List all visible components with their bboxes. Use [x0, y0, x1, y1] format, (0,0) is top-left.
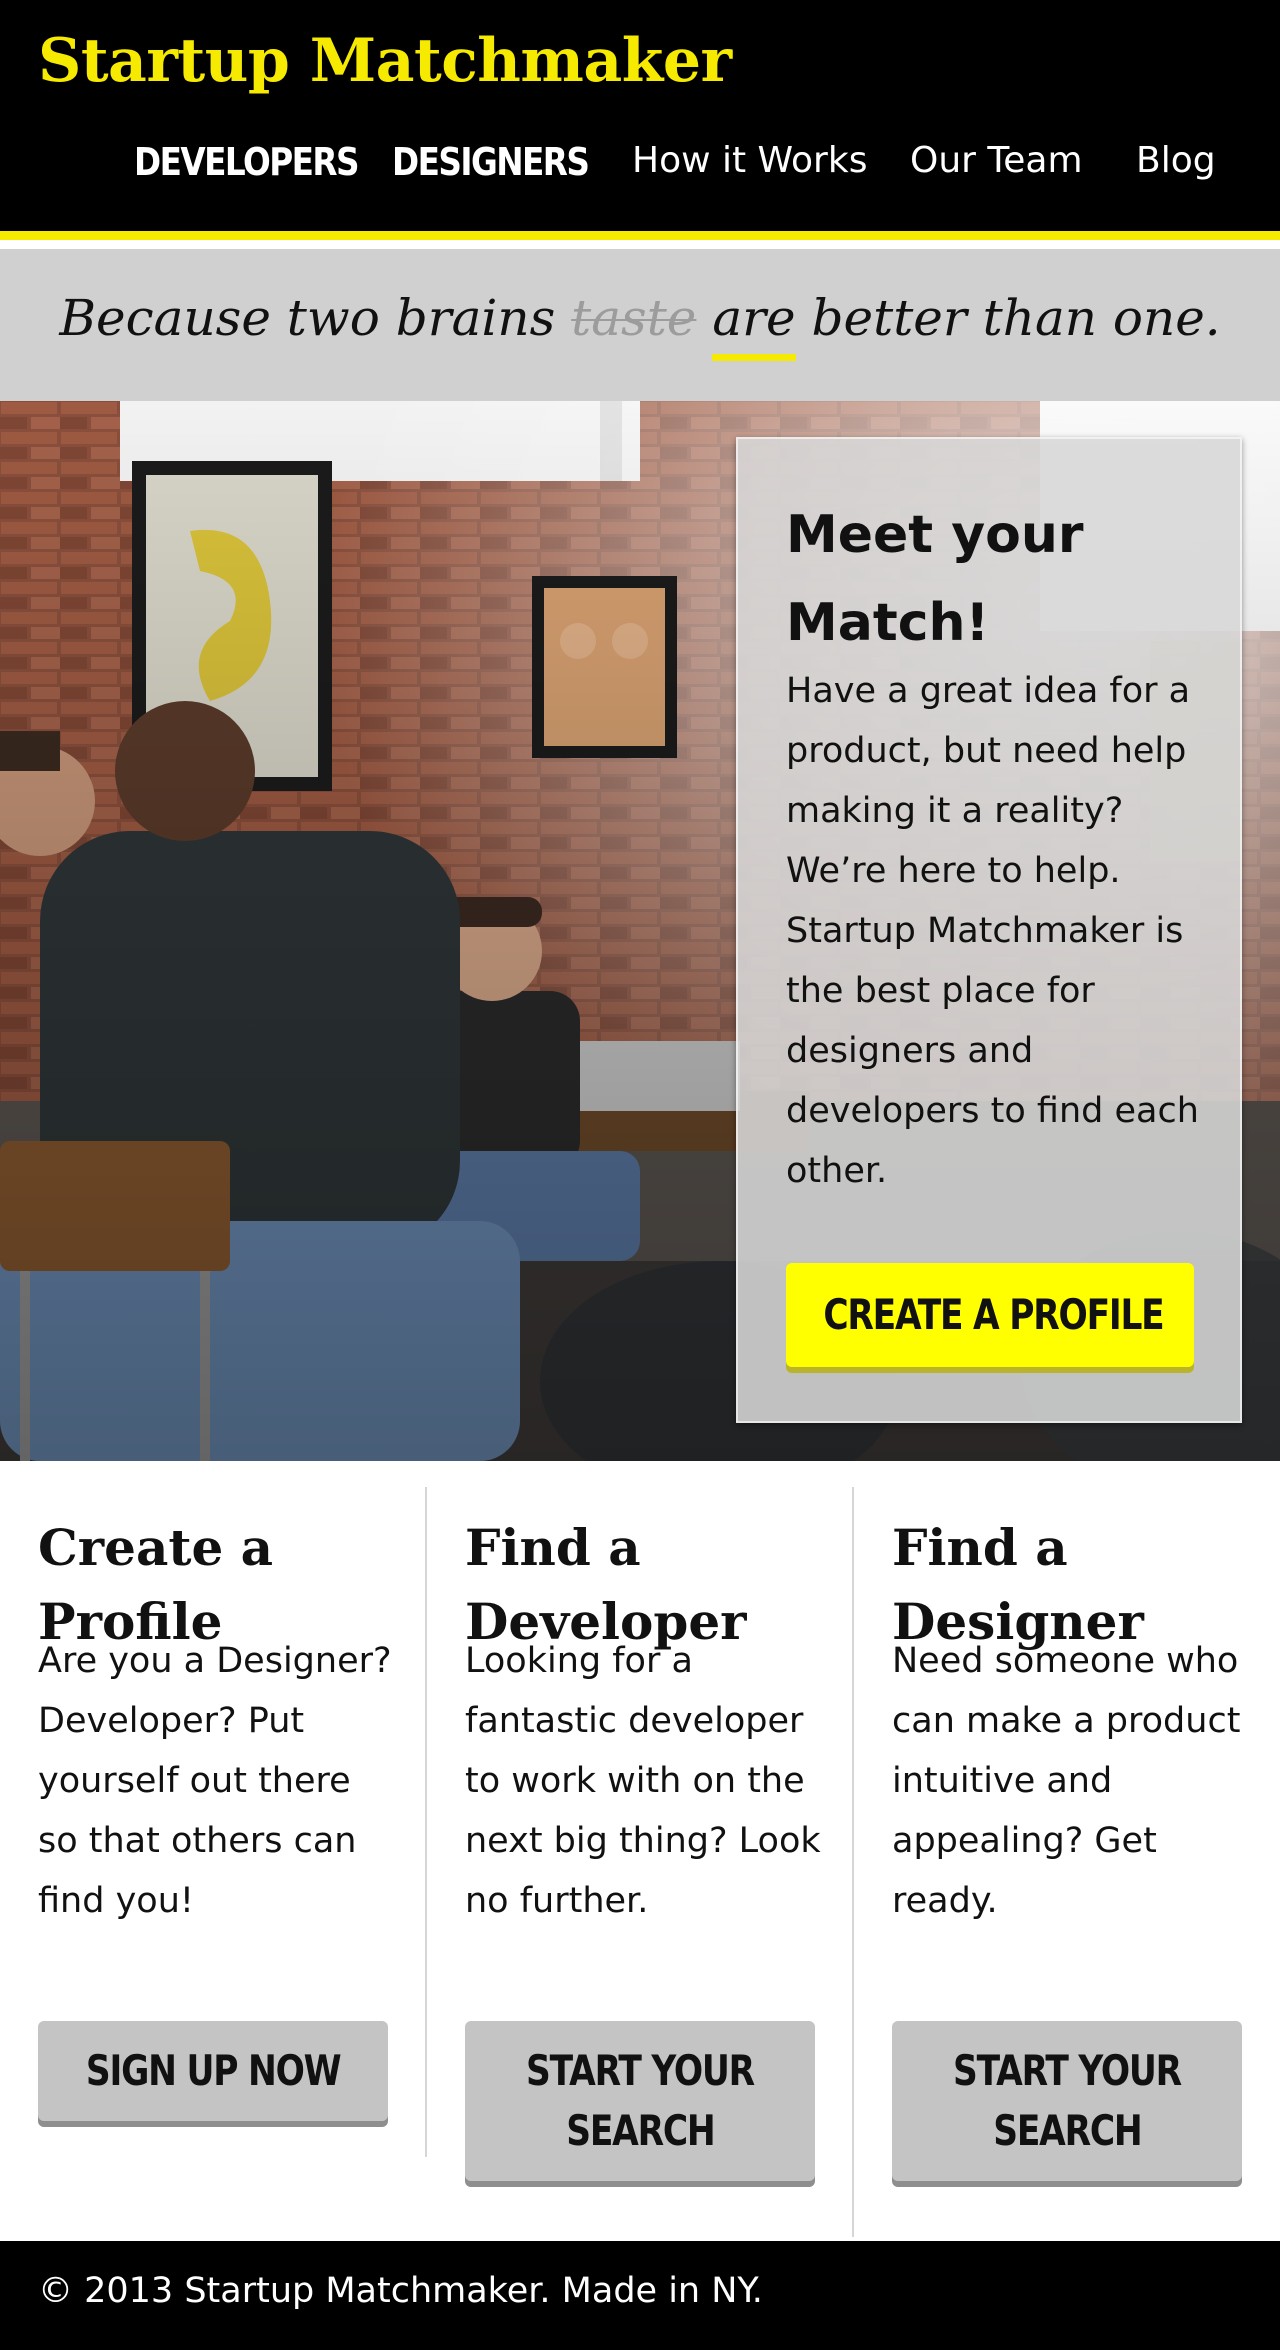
tagline-underlined-word: are	[712, 289, 796, 361]
create-profile-button-label: CREATE A PROFILE	[823, 1290, 1164, 1339]
find-designer-search-button[interactable]: START YOUR SEARCH	[892, 2021, 1242, 2181]
feature-body: Looking for a fantastic developer to wor…	[465, 1641, 821, 1921]
tagline-banner: Because two brains taste are better than…	[0, 249, 1280, 401]
nav-how-it-works[interactable]: How it Works	[632, 140, 867, 181]
card-body: Have a great idea for a product, but nee…	[786, 671, 1199, 1191]
sign-up-now-button[interactable]: SIGN UP NOW	[38, 2021, 388, 2121]
sign-up-now-label: SIGN UP NOW	[85, 2046, 342, 2095]
tagline-space	[696, 289, 712, 347]
intro-card: Meet your Match! Have a great idea for a…	[736, 437, 1242, 1423]
create-profile-button[interactable]: CREATE A PROFILE	[786, 1263, 1194, 1367]
feature-body: Are you a Designer? Developer? Put yours…	[38, 1641, 392, 1921]
tagline-part-2: better than one.	[795, 289, 1221, 347]
main-nav: DEVELOPERS DESIGNERS How it Works Our Te…	[0, 140, 1280, 200]
feature-find-designer: Find a Designer Need someone who can mak…	[854, 1461, 1280, 2241]
feature-create-profile: Create a Profile Are you a Designer? Dev…	[0, 1461, 427, 2241]
button-label-line-2: SEARCH	[565, 2106, 715, 2155]
button-label-line-1: START YOUR	[953, 2046, 1182, 2095]
nav-blog[interactable]: Blog	[1136, 140, 1216, 181]
feature-find-developer: Find a Developer Looking for a fantastic…	[427, 1461, 854, 2241]
button-label-line-1: START YOUR	[526, 2046, 755, 2095]
tagline-text: Because two brains taste are better than…	[0, 289, 1280, 361]
card-title: Meet your Match!	[786, 505, 1084, 653]
site-footer: © 2013 Startup Matchmaker. Made in NY.	[0, 2241, 1280, 2350]
site-logo[interactable]: Startup Matchmaker	[38, 26, 732, 96]
find-developer-search-button[interactable]: START YOUR SEARCH	[465, 2021, 815, 2181]
nav-developers[interactable]: DEVELOPERS	[134, 140, 360, 184]
tagline-part-1: Because two brains	[59, 289, 572, 347]
nav-our-team[interactable]: Our Team	[910, 140, 1083, 181]
footer-copyright: © 2013 Startup Matchmaker. Made in NY.	[38, 2271, 763, 2311]
site-header: Startup Matchmaker DEVELOPERS DESIGNERS …	[0, 0, 1280, 240]
feature-body: Need someone who can make a product intu…	[892, 1641, 1241, 1921]
features-section: Create a Profile Are you a Designer? Dev…	[0, 1461, 1280, 2241]
nav-designers[interactable]: DESIGNERS	[392, 140, 590, 184]
button-label-line-2: SEARCH	[992, 2106, 1142, 2155]
tagline-struck-word: taste	[571, 289, 697, 347]
hero-section: Meet your Match! Have a great idea for a…	[0, 401, 1280, 1461]
